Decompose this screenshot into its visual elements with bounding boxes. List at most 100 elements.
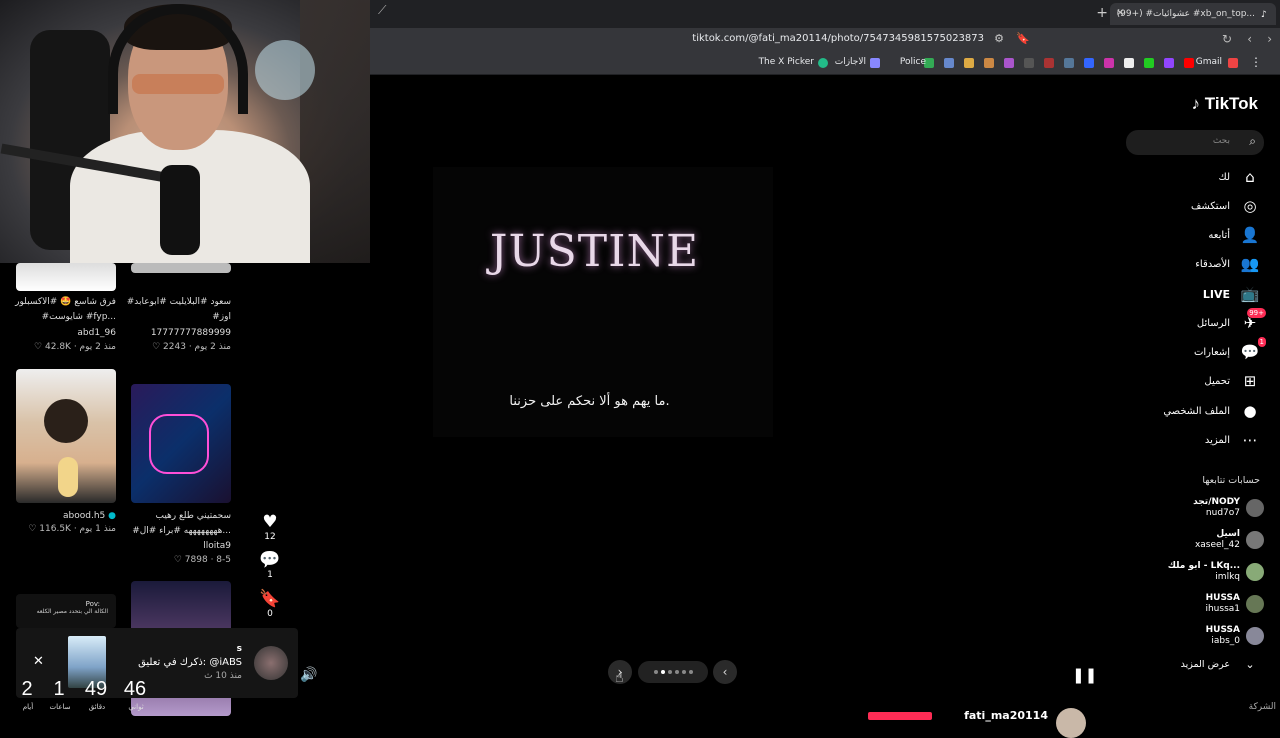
bookmark-favicon-icon[interactable] — [1084, 58, 1094, 68]
wall-lamp — [255, 40, 315, 100]
nav-item-friends[interactable]: الأصدقاء 👥 — [1195, 255, 1260, 273]
forward-icon[interactable]: ‹ — [1247, 32, 1252, 46]
video-thumbnail[interactable] — [16, 369, 116, 503]
slide-dot[interactable] — [674, 670, 679, 674]
video-thumbnail[interactable]: Pov: الكالة الي بتحدد مصير الكلعه — [16, 594, 116, 628]
nav-item-following[interactable]: أتابعه 👤 — [1208, 226, 1260, 244]
post-author[interactable]: fati_ma20114 — [964, 709, 1048, 722]
x-icon[interactable] — [1124, 58, 1134, 68]
video-author[interactable]: 17777777889999 — [151, 328, 231, 338]
following-account[interactable]: اسيل xaseel_42 — [1195, 529, 1264, 551]
nav-item-more[interactable]: المزيد ⋯ — [1205, 431, 1260, 449]
volume-icon[interactable]: 🔊 — [300, 667, 317, 683]
account-name: اسيل — [1216, 529, 1240, 539]
video-thumbnail[interactable] — [131, 384, 231, 503]
thumbnail-neon-shape — [149, 414, 209, 474]
nav-item-upload[interactable]: تحميل ⊞ — [1204, 372, 1260, 390]
video-caption[interactable]: #اوز — [212, 312, 231, 322]
site-settings-icon[interactable]: ⚙ — [994, 32, 1004, 45]
friends-icon: 👥 — [1240, 255, 1260, 273]
video-caption[interactable]: سحمتيني طلع رهيب — [155, 511, 231, 521]
video-author[interactable]: lloita9 — [203, 541, 231, 551]
inbox-icon: 💬 1 — [1240, 337, 1266, 361]
url-input[interactable]: tiktok.com/@fati_ma20114/photo/754734598… — [692, 33, 984, 44]
more-bookmarks-icon[interactable]: ⋮ — [1250, 55, 1262, 69]
video-author[interactable]: abood.h5 ● — [63, 511, 116, 521]
tiktok-note-icon: ♪ — [1191, 94, 1201, 113]
avatar[interactable] — [1056, 708, 1086, 738]
like-count: 2243 — [163, 342, 186, 352]
comment-action[interactable]: 💬 1 — [258, 550, 282, 580]
youtube-icon[interactable] — [1184, 58, 1194, 68]
bookmark-favicon-icon[interactable] — [1064, 58, 1074, 68]
comment-icon[interactable]: 💬 — [258, 550, 282, 570]
following-account[interactable]: HUSSA ihussa1 — [1205, 593, 1264, 615]
search-input[interactable]: بحث ⌕ — [1126, 130, 1264, 155]
nav-item-messages[interactable]: الرسائل ✈ 99+ — [1197, 308, 1266, 332]
home-icon: ⌂ — [1245, 168, 1255, 186]
close-icon[interactable]: ✕ — [33, 654, 44, 669]
nav-item-for-you[interactable]: لك ⌂ — [1219, 168, 1260, 186]
github-icon[interactable] — [1024, 58, 1034, 68]
timer-hours: 1 — [53, 678, 65, 700]
tiktok-favicon-icon: ♪ — [1261, 9, 1267, 20]
following-account[interactable]: HUSSA iabs_0 — [1206, 625, 1264, 647]
slide-dot[interactable] — [688, 670, 693, 674]
whatsapp-icon[interactable] — [1144, 58, 1154, 68]
slide-dot[interactable] — [653, 670, 658, 674]
avatar — [1246, 531, 1264, 549]
x-picker-icon[interactable] — [818, 58, 828, 68]
bookmark-favicon-icon[interactable] — [1044, 58, 1054, 68]
twitch-icon[interactable] — [1164, 58, 1174, 68]
following-account[interactable]: ابو ملك - LKq... imlkq — [1168, 561, 1264, 583]
nav-item-explore[interactable]: استكشف ◎ — [1191, 197, 1260, 215]
tab-close-icon[interactable]: ✕ — [1116, 8, 1124, 19]
bookmark-favicon-icon[interactable] — [964, 58, 974, 68]
nav-item-profile[interactable]: الملف الشخصي ● — [1163, 402, 1260, 420]
bookmark-vacations[interactable]: الاجازات — [835, 57, 866, 67]
new-tab-button[interactable]: + — [1096, 5, 1108, 21]
see-more-link[interactable]: عرض المزيد ⌄ — [1181, 658, 1260, 671]
messages-icon: ✈ 99+ — [1243, 308, 1266, 332]
bookmark-gmail[interactable]: Gmail — [1196, 57, 1222, 67]
video-caption[interactable]: #سعود #البلايليت #ابوعابد — [127, 297, 231, 307]
instagram-icon[interactable] — [1104, 58, 1114, 68]
bookmark-icon[interactable]: 🔖 — [1016, 32, 1030, 45]
messages-badge: 99+ — [1247, 308, 1266, 318]
bookmark-icon[interactable]: 🔖 — [258, 589, 282, 609]
browser-tab[interactable]: ✕ (99+) #عشوائيات #xb_on_top... ♪ — [1110, 3, 1276, 25]
slide-dot[interactable] — [681, 670, 686, 674]
video-author[interactable]: abd1_96 — [77, 328, 116, 338]
follow-button[interactable] — [868, 712, 932, 720]
like-action[interactable]: ♥ 12 — [258, 512, 282, 542]
video-thumbnail[interactable] — [131, 263, 231, 273]
back-icon[interactable]: › — [1267, 32, 1272, 46]
bookmark-favicon-icon[interactable] — [1004, 58, 1014, 68]
company-link[interactable]: الشركة — [1249, 702, 1276, 712]
slide-dot[interactable] — [660, 670, 665, 674]
save-action[interactable]: 🔖 0 — [258, 589, 282, 619]
video-caption[interactable]: فرق شاسع 🤩 #الاكسبلور — [15, 297, 116, 307]
pause-icon[interactable]: ❚❚ — [1072, 666, 1097, 684]
video-thumbnail[interactable] — [16, 263, 116, 291]
video-caption[interactable]: #شايوست #fyp... — [42, 312, 116, 322]
sidebar-toggle-icon[interactable]: ⟋ — [378, 3, 386, 18]
bookmark-favicon-icon[interactable] — [984, 58, 994, 68]
video-caption[interactable]: #ههههههههه #براء #ال... — [132, 526, 231, 536]
heart-icon[interactable]: ♥ — [258, 512, 282, 532]
tiktok-logo[interactable]: ♪ TikTok — [1192, 94, 1258, 114]
comment-count: 1 — [267, 570, 273, 580]
avatar — [1246, 563, 1264, 581]
prev-slide-button[interactable]: ‹ — [713, 660, 737, 684]
bookmark-police[interactable]: Police — [900, 57, 926, 67]
bookmark-favicon-icon[interactable] — [944, 58, 954, 68]
nav-item-live[interactable]: LIVE 📺 — [1203, 285, 1260, 303]
reload-icon[interactable]: ↻ — [1222, 32, 1232, 46]
list-icon[interactable] — [870, 58, 880, 68]
bookmark-favicon-icon[interactable] — [1228, 58, 1238, 68]
following-account[interactable]: تجد/NODY nud7o7 — [1193, 497, 1264, 519]
slide-dot[interactable] — [667, 670, 672, 674]
nav-item-inbox[interactable]: إشعارات 💬 1 — [1194, 337, 1266, 361]
search-icon[interactable]: ⌕ — [1249, 134, 1256, 149]
bookmark-x-picker[interactable]: The X Picker — [759, 57, 814, 67]
